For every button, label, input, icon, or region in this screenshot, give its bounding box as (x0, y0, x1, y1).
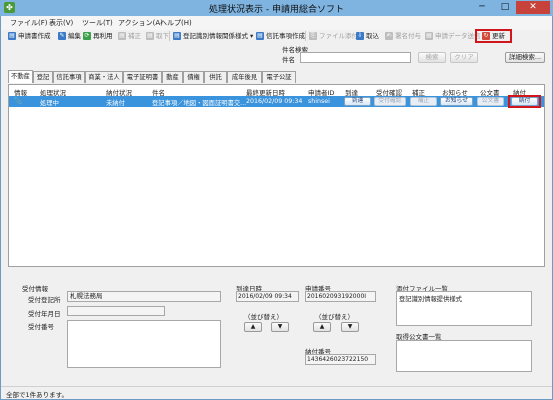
receipt-number-label: 受付番号 (28, 323, 54, 331)
minimize-button[interactable]: ─ (470, 1, 494, 14)
attached-files-list: 登記識別情報提供様式 (396, 291, 532, 326)
status-text: 全部で1件あります。 (6, 391, 68, 399)
status-bar (1, 386, 552, 399)
row-payment: 未納付 (106, 100, 125, 107)
withdraw-button[interactable]: ▤ 取下 (146, 31, 169, 41)
receipt-office-field: 札幌法務局 (67, 291, 221, 302)
tab-registration[interactable]: 登記 (33, 71, 53, 83)
import-icon: ⇩ (356, 32, 364, 40)
refresh-icon: ↻ (482, 32, 490, 40)
tab-claims[interactable]: 債権 (183, 71, 204, 83)
send-data-button[interactable]: ▤ 申請データ送信 (425, 31, 481, 41)
arrival-sort-label: （並び替え） (244, 313, 283, 321)
sign-icon: ✍ (385, 32, 393, 40)
maximize-button[interactable]: □ (494, 1, 516, 14)
arrival-sort-down-button[interactable]: ▼ (271, 322, 289, 332)
row-subject: 登記事項／地図・図面証明書交... (152, 100, 247, 107)
detail-search-button[interactable]: 詳細検索... (505, 52, 545, 63)
menu-view[interactable]: 表示(V) (49, 18, 73, 28)
paperclip-icon: 📎 (14, 98, 22, 105)
correct-icon: ▤ (118, 32, 126, 40)
menu-tools[interactable]: ツール(T) (82, 18, 113, 28)
toolbar-separator (305, 31, 306, 41)
receipt-office-label: 受付登記所 (28, 296, 61, 304)
clear-button[interactable]: クリア (450, 52, 478, 63)
pay-button[interactable]: 納付 (511, 97, 538, 106)
edit-button[interactable]: ✎ 編集 (58, 31, 81, 41)
receipt-confirm-button[interactable]: 受付確認 (374, 97, 406, 106)
receipt-number-field (67, 320, 221, 368)
application-number-field: 201602093192000I (305, 291, 376, 302)
arrival-time-field: 2016/02/09 09:34 (236, 291, 299, 302)
application-sort-label: （並び替え） (315, 313, 354, 321)
close-button[interactable]: ✕ (516, 1, 550, 14)
tab-movables[interactable]: 動産 (162, 71, 183, 83)
receipt-date-label: 受付年月日 (28, 310, 61, 318)
edit-icon: ✎ (58, 32, 66, 40)
reuse-icon: ⟳ (83, 32, 91, 40)
import-button[interactable]: ⇩ 取込 (356, 31, 379, 41)
forms-icon: ▤ (173, 32, 181, 40)
arrival-button[interactable]: 到達 (344, 97, 371, 106)
withdraw-icon: ▤ (146, 32, 154, 40)
subject-label: 件名 (282, 56, 295, 64)
chevron-down-icon: ▾ (250, 32, 254, 40)
subject-search-input[interactable] (300, 52, 411, 63)
official-document-button[interactable]: 公文書 (477, 97, 504, 106)
refresh-button[interactable]: ↻ 更新 (475, 29, 512, 43)
tab-deposit[interactable]: 供託 (204, 71, 227, 83)
row-updated: 2016/02/09 09:34 (246, 98, 303, 105)
row-user-id: shinsei (308, 98, 330, 105)
menu-help[interactable]: ヘルプ(H) (160, 18, 192, 28)
trust-icon: ▤ (256, 32, 264, 40)
reuse-button[interactable]: ⟳ 再利用 (83, 31, 113, 41)
row-status: 処理中 (40, 100, 59, 107)
toolbar-separator (169, 31, 170, 41)
correct-button[interactable]: ▤ 補正 (118, 31, 141, 41)
sign-button[interactable]: ✍ 署名付与 (385, 31, 421, 41)
application-list (8, 84, 545, 267)
payment-number-field: 1436426023722150 (305, 354, 376, 365)
receipt-info-heading: 受付情報 (22, 285, 48, 293)
menu-file[interactable]: ファイル(F) (10, 18, 48, 28)
application-sort-down-button[interactable]: ▼ (341, 322, 359, 332)
tab-guardianship[interactable]: 成年後見 (227, 71, 262, 83)
document-icon: ▤ (8, 32, 16, 40)
send-icon: ▤ (425, 32, 433, 40)
registration-info-forms-button[interactable]: ▤ 登記識別情報関係様式 ▾ (173, 31, 253, 41)
notice-button[interactable]: お知らせ (440, 97, 473, 106)
correction-button[interactable]: 補正 (410, 97, 437, 106)
trust-matters-button[interactable]: ▤ 信託事項作成 (256, 31, 305, 41)
attach-file-button[interactable]: ⎘ ファイル添付 (309, 31, 358, 41)
menu-action[interactable]: アクション(A) (118, 18, 163, 28)
application-sort-up-button[interactable]: ▲ (313, 322, 331, 332)
search-button[interactable]: 検索 (418, 52, 446, 63)
tab-trust[interactable]: 信託事項 (53, 71, 85, 83)
arrival-sort-up-button[interactable]: ▲ (244, 322, 262, 332)
official-documents-list (396, 340, 532, 372)
tab-commercial[interactable]: 商業・法人 (85, 71, 123, 83)
tab-certificate[interactable]: 電子証明書 (123, 71, 162, 83)
paperclip-icon: ⎘ (309, 32, 317, 40)
list-item[interactable]: 登記識別情報提供様式 (399, 294, 529, 303)
tab-notary[interactable]: 電子公証 (262, 71, 296, 83)
receipt-date-field (67, 306, 165, 316)
tab-real-estate[interactable]: 不動産 (8, 70, 33, 83)
create-application-button[interactable]: ▤ 申請書作成 (8, 31, 51, 41)
